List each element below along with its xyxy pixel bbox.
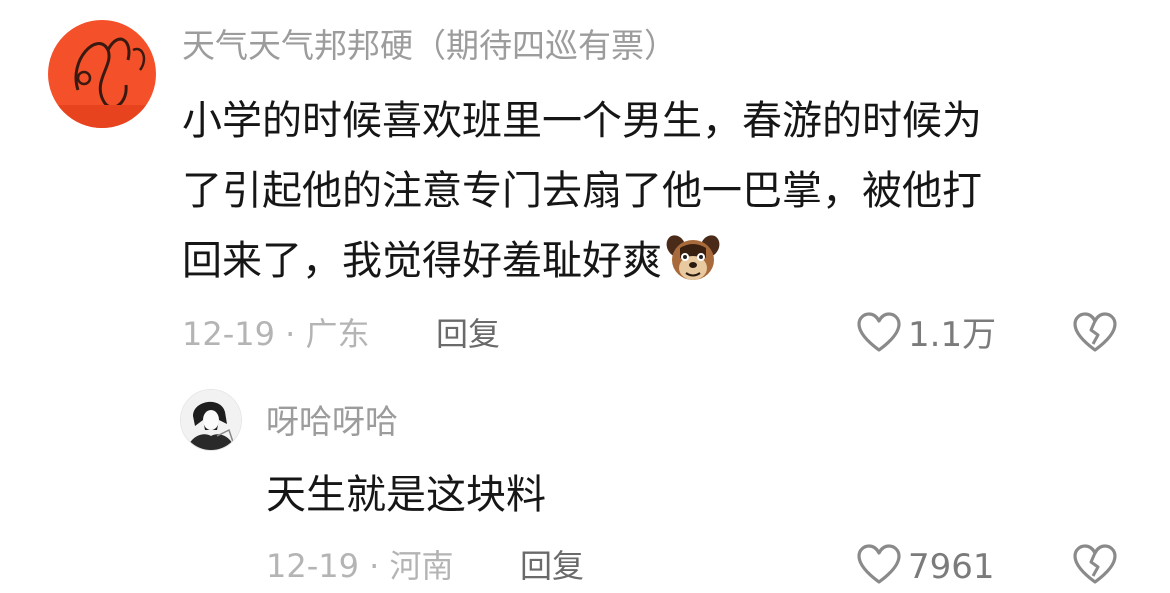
broken-heart-icon: [1072, 544, 1118, 590]
like-button[interactable]: 7961: [856, 544, 995, 590]
broken-heart-icon: [1072, 312, 1118, 358]
comment-text-segment: 回来了，我觉得好羞耻好爽: [182, 238, 662, 284]
avatar[interactable]: [48, 20, 156, 128]
comment-text-line: 了引起他的注意专门去扇了他一巴掌，被他打: [182, 168, 982, 214]
heart-icon: [856, 544, 902, 590]
comment-username[interactable]: 天气天气邦邦硬（期待四巡有票）: [182, 26, 677, 66]
comment-date-location: 12-19 · 广东: [182, 315, 370, 353]
reply-button[interactable]: 回复: [520, 546, 584, 586]
comment-text-line: 回来了，我觉得好羞耻好爽: [182, 226, 982, 306]
comment-date-location: 12-19 · 河南: [266, 547, 454, 585]
like-button[interactable]: 1.1万: [856, 312, 996, 358]
like-count: 7961: [908, 547, 995, 587]
comment-username[interactable]: 呀哈呀哈: [266, 402, 398, 442]
dog-face-emoji: [666, 232, 720, 306]
dislike-button[interactable]: [1072, 312, 1118, 358]
avatar[interactable]: [180, 389, 242, 451]
comment-text-line: 小学的时候喜欢班里一个男生，春游的时候为: [182, 98, 982, 144]
reply-button[interactable]: 回复: [436, 314, 500, 354]
comment-text-line: 天生就是这块料: [266, 472, 546, 518]
comment-text: 小学的时候喜欢班里一个男生，春游的时候为 了引起他的注意专门去扇了他一巴掌，被他…: [182, 86, 982, 306]
heart-icon: [856, 312, 902, 358]
dislike-button[interactable]: [1072, 544, 1118, 590]
like-count: 1.1万: [908, 315, 997, 355]
comment-text: 天生就是这块料: [266, 460, 546, 530]
